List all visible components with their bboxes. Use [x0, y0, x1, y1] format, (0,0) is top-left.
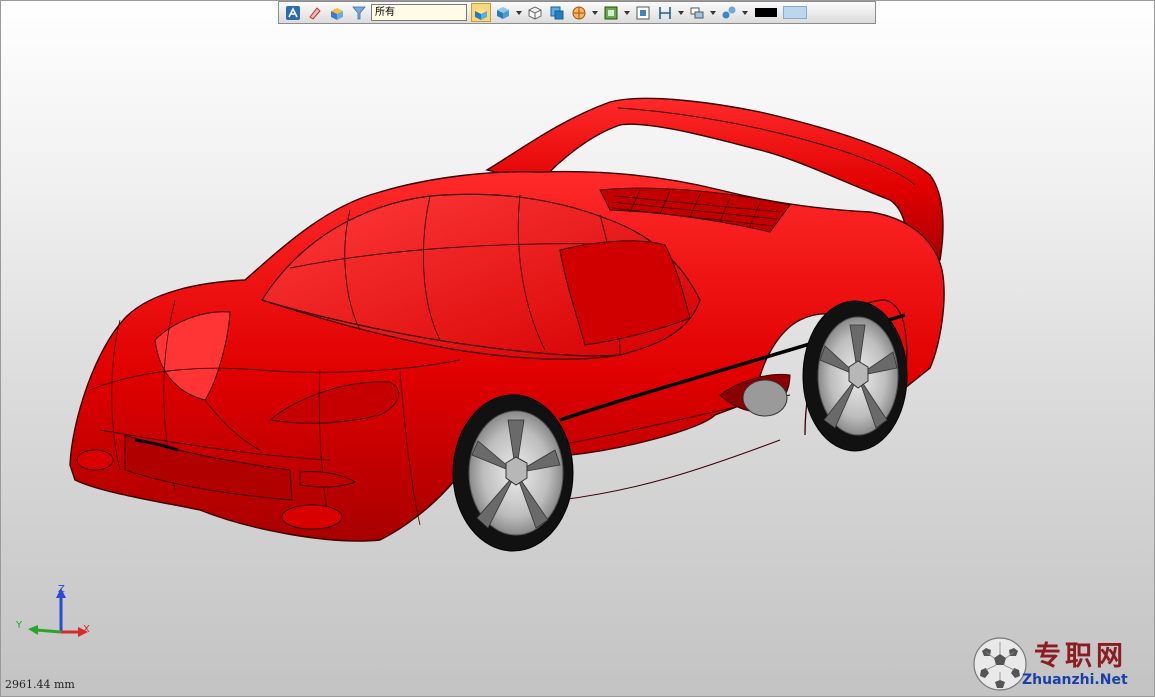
rear-wheel: [802, 300, 908, 452]
background-color-swatch[interactable]: [783, 6, 807, 19]
front-wheel: [452, 394, 574, 552]
line-color-swatch[interactable]: [755, 8, 777, 17]
shaded-view-icon[interactable]: [471, 3, 491, 22]
material-dropdown-icon[interactable]: [741, 3, 748, 22]
3d-viewport[interactable]: 所有 Z X Y 2961.44 mm 专职网 Zhuanzhi.Net: [0, 0, 1155, 697]
wire-box-icon[interactable]: [525, 3, 545, 22]
render-mode-icon[interactable]: [569, 3, 589, 22]
measure-dropdown-icon[interactable]: [677, 3, 684, 22]
watermark: 专职网 Zhuanzhi.Net: [972, 632, 1152, 694]
soccer-ball-logo: [973, 637, 1027, 691]
display-mode-dropdown-icon[interactable]: [623, 3, 630, 22]
filter-icon[interactable]: [349, 3, 369, 22]
iso-view-dropdown-icon[interactable]: [515, 3, 522, 22]
axis-label-x: X: [83, 624, 90, 635]
zoom-fit-icon[interactable]: [633, 3, 653, 22]
layers-icon[interactable]: [687, 3, 707, 22]
watermark-url: Zhuanzhi.Net: [1022, 672, 1128, 688]
iso-view-icon[interactable]: [493, 3, 513, 22]
eraser-icon[interactable]: [305, 3, 325, 22]
watermark-title: 专职网: [1034, 641, 1127, 672]
material-icon[interactable]: [719, 3, 739, 22]
car-model[interactable]: [0, 0, 1155, 697]
measure-icon[interactable]: [655, 3, 675, 22]
section-view-icon[interactable]: [547, 3, 567, 22]
axis-triad: Z X Y: [10, 582, 100, 644]
axis-label-z: Z: [58, 584, 65, 595]
select-icon[interactable]: [283, 3, 303, 22]
render-mode-dropdown-icon[interactable]: [591, 3, 598, 22]
filter-select[interactable]: 所有: [371, 4, 467, 21]
axis-label-y: Y: [16, 620, 23, 631]
view-toolbar: 所有: [278, 1, 876, 24]
display-mode-icon[interactable]: [601, 3, 621, 22]
box-icon[interactable]: [327, 3, 347, 22]
layers-dropdown-icon[interactable]: [709, 3, 716, 22]
scale-readout: 2961.44 mm: [5, 678, 75, 691]
